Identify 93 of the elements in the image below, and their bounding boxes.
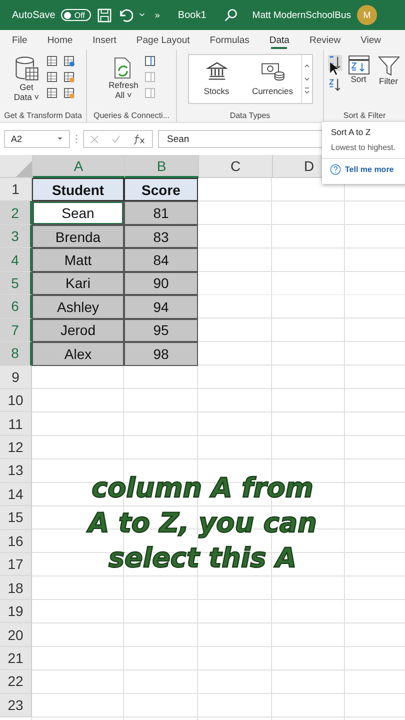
- ribbon-group-label: Get & Transform Data: [4, 111, 82, 122]
- header-cell: Student: [32, 178, 124, 202]
- row-header[interactable]: 10: [0, 388, 32, 412]
- row-header[interactable]: 21: [0, 646, 32, 670]
- column-header[interactable]: B: [125, 155, 199, 178]
- ribbon-group-label: Data Types: [230, 111, 270, 122]
- ribbon-tab[interactable]: Review: [303, 30, 347, 50]
- table-cell: Kari: [32, 272, 124, 296]
- row-header[interactable]: 6: [0, 295, 32, 319]
- table-cell: Ashley: [32, 295, 124, 319]
- header-cell: Score: [124, 178, 198, 202]
- ribbon-tab[interactable]: Home: [41, 30, 79, 50]
- row-header[interactable]: 5: [0, 272, 32, 296]
- insert-function-icon[interactable]: [133, 134, 146, 144]
- resize-handle-icon[interactable]: [75, 134, 78, 144]
- row-header[interactable]: 13: [0, 459, 32, 483]
- column-header[interactable]: C: [199, 155, 273, 178]
- undo-icon[interactable]: [118, 8, 133, 22]
- currencies-button[interactable]: Currencies: [244, 55, 300, 103]
- query-source-icon[interactable]: [46, 55, 58, 67]
- connection-icon[interactable]: [144, 55, 156, 67]
- user-name[interactable]: Matt ModernSchoolBus: [252, 10, 352, 20]
- row-header[interactable]: 14: [0, 482, 32, 506]
- row-header[interactable]: 9: [0, 366, 32, 389]
- save-icon[interactable]: [96, 8, 112, 22]
- ribbon-tab[interactable]: Page Layout: [130, 30, 196, 50]
- stocks-button[interactable]: Stocks: [188, 55, 244, 103]
- row-header[interactable]: 15: [0, 506, 32, 530]
- name-box[interactable]: A2: [4, 130, 70, 148]
- table-cell: Brenda: [32, 224, 124, 248]
- ribbon-tab[interactable]: View: [354, 30, 388, 50]
- table-cell: Jerod: [32, 318, 124, 342]
- ribbon-group-label: Queries & Connecti...: [93, 111, 170, 122]
- caret-icon[interactable]: [138, 12, 145, 18]
- table-cell: Matt: [32, 248, 124, 272]
- ribbon-group-label: Sort & Filter: [343, 111, 386, 122]
- window-title: Book1: [178, 10, 206, 20]
- ribbon-tab[interactable]: Data: [263, 30, 296, 50]
- row-header[interactable]: 12: [0, 436, 32, 460]
- column-header[interactable]: A: [33, 155, 125, 178]
- table-cell: 98: [124, 342, 198, 366]
- table-cell: Sean: [32, 201, 124, 225]
- query-source-icon[interactable]: [46, 71, 58, 83]
- row-header[interactable]: 23: [0, 694, 32, 718]
- caption-text: select this A: [108, 543, 296, 575]
- row-header[interactable]: 7: [0, 318, 32, 342]
- row-header[interactable]: 2: [0, 201, 32, 225]
- money-coins-icon: [260, 61, 284, 82]
- table-cell: 81: [124, 201, 198, 225]
- sort-button[interactable]: Sort: [346, 53, 372, 87]
- row-header[interactable]: 4: [0, 248, 32, 272]
- table-cell: 84: [124, 248, 198, 272]
- help-icon[interactable]: [330, 164, 341, 175]
- sort-dialog-icon: [348, 55, 370, 75]
- row-header[interactable]: 18: [0, 576, 32, 600]
- query-source-icon[interactable]: [46, 87, 58, 99]
- more-commands[interactable]: »: [154, 10, 160, 20]
- database-table-icon: [14, 55, 40, 83]
- query-source-icon[interactable]: [62, 87, 74, 99]
- tooltip-title: Sort A to Z: [331, 127, 372, 137]
- row-header[interactable]: 8: [0, 342, 32, 366]
- query-source-icon[interactable]: [62, 55, 74, 67]
- autosave-label: AutoSave: [12, 10, 56, 20]
- table-cell: 90: [124, 272, 198, 296]
- sort-z-to-a-icon[interactable]: [328, 77, 342, 93]
- get-data-button[interactable]: Get Data ˅: [12, 53, 42, 105]
- table-cell: Alex: [32, 342, 124, 366]
- refresh-all-button[interactable]: Refresh All ˅: [106, 53, 140, 103]
- caption-text: A to Z, you can: [88, 508, 317, 540]
- table-cell: 95: [124, 318, 198, 342]
- bank-icon: [206, 61, 228, 82]
- ribbon-tab[interactable]: Formulas: [204, 30, 256, 50]
- filter-button[interactable]: Filter: [376, 53, 402, 89]
- mouse-pointer-icon: [328, 61, 338, 76]
- row-header[interactable]: 11: [0, 412, 32, 436]
- autosave-toggle[interactable]: Off: [61, 9, 91, 21]
- row-header[interactable]: 16: [0, 530, 32, 553]
- row-header[interactable]: 22: [0, 670, 32, 694]
- search-icon[interactable]: [224, 8, 238, 22]
- ribbon-tab[interactable]: File: [6, 30, 34, 50]
- row-header[interactable]: 3: [0, 224, 32, 248]
- funnel-icon: [378, 55, 400, 77]
- row-header[interactable]: 19: [0, 600, 32, 624]
- ribbon-tab[interactable]: Insert: [86, 30, 122, 50]
- caption-text: column A from: [92, 473, 314, 505]
- query-source-icon[interactable]: [62, 71, 74, 83]
- tell-me-more-link[interactable]: Tell me more: [345, 165, 394, 174]
- row-header[interactable]: 1: [0, 178, 32, 202]
- row-header[interactable]: 17: [0, 553, 32, 576]
- table-cell: 94: [124, 295, 198, 319]
- gallery-scroll-buttons[interactable]: [300, 55, 312, 103]
- row-header[interactable]: 20: [0, 623, 32, 647]
- table-cell: 83: [124, 224, 198, 248]
